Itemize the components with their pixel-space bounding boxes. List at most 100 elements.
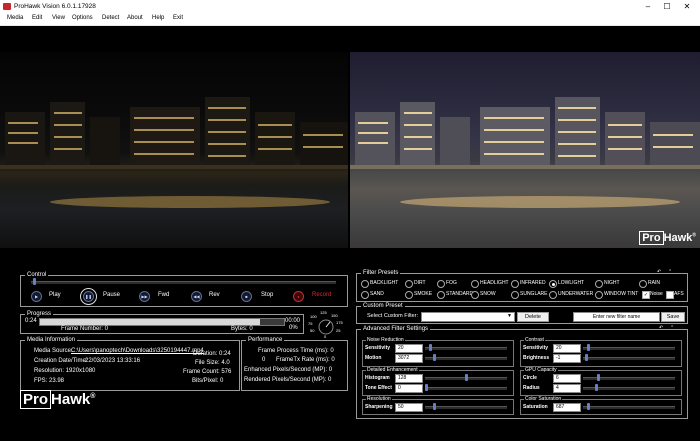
record-button[interactable]: Record	[312, 292, 331, 298]
filter-name-input[interactable]: Enter new filter name	[573, 312, 660, 322]
circle-label: Circle	[523, 375, 537, 381]
nr-sensitivity-thumb[interactable]	[429, 344, 432, 351]
tone-effect-slider[interactable]	[425, 387, 507, 390]
menu-options[interactable]: Options	[72, 15, 93, 21]
afs-checkbox[interactable]	[666, 291, 674, 299]
undo-icon[interactable]: ↶	[657, 269, 661, 275]
nr-sensitivity-slider[interactable]	[425, 347, 507, 350]
preset-radio-headlight[interactable]	[471, 280, 479, 288]
preset-label-dirt[interactable]: DIRT	[414, 280, 426, 286]
delete-button[interactable]: Delete	[517, 312, 549, 322]
nr-motion-slider[interactable]	[425, 357, 507, 360]
saturation-thumb[interactable]	[587, 403, 590, 410]
play-icon[interactable]: ▶	[31, 291, 42, 302]
menu-view[interactable]: View	[52, 15, 65, 21]
preset-label-infrared[interactable]: INFRARED	[520, 280, 546, 286]
media-info-title: Media Information	[25, 337, 78, 343]
preset-radio-dirt[interactable]	[405, 280, 413, 288]
saturation-slider[interactable]	[583, 406, 675, 409]
preset-label-window-tint[interactable]: WINDOW TINT	[604, 291, 638, 297]
preset-label-sunglare[interactable]: SUNGLARE	[520, 291, 548, 297]
gauge-label-75: 75	[308, 321, 313, 326]
playback-slider-thumb[interactable]	[33, 278, 36, 285]
playback-slider[interactable]	[31, 281, 336, 284]
brightness-value[interactable]: -1	[553, 354, 581, 363]
media-source-path[interactable]: C:\Users\panoptech\Downloads\3250194447.…	[71, 348, 204, 354]
pause-icon[interactable]: ❚❚	[80, 288, 97, 305]
preset-radio-window-tint[interactable]	[595, 291, 603, 299]
saturation-value[interactable]: 687	[553, 403, 581, 412]
preset-label-underwater[interactable]: UNDERWATER	[558, 291, 593, 297]
progress-bar-fill	[40, 319, 260, 325]
menu-media[interactable]: Media	[7, 15, 23, 21]
advanced-collapse-icon[interactable]: ⌃	[670, 325, 674, 331]
close-icon[interactable]: ✕	[680, 1, 694, 12]
menu-about[interactable]: About	[127, 15, 143, 21]
preset-label-rain[interactable]: RAIN	[648, 280, 660, 286]
preset-radio-sand[interactable]	[361, 291, 369, 299]
brightness-thumb[interactable]	[585, 354, 588, 361]
menu-edit[interactable]: Edit	[32, 15, 42, 21]
minimize-icon[interactable]: –	[641, 1, 655, 12]
nr-sensitivity-value[interactable]: 20	[395, 344, 423, 353]
preset-label-sand[interactable]: SAND	[370, 291, 384, 297]
preset-radio-night[interactable]	[595, 280, 603, 288]
preset-radio-backlight[interactable]	[361, 280, 369, 288]
sharpening-slider[interactable]	[425, 406, 507, 409]
advanced-undo-icon[interactable]: ↶	[659, 325, 663, 331]
circle-thumb[interactable]	[597, 374, 600, 381]
preset-radio-smoke[interactable]	[405, 291, 413, 299]
preset-radio-standard[interactable]	[437, 291, 445, 299]
preset-radio-snow[interactable]	[471, 291, 479, 299]
preset-radio-infrared[interactable]	[511, 280, 519, 288]
preset-radio-underwater[interactable]	[549, 291, 557, 299]
rev-button[interactable]: Rev	[209, 292, 220, 298]
sharpening-value[interactable]: 50	[395, 403, 423, 412]
menu-detect[interactable]: Detect	[102, 15, 119, 21]
nr-motion-value[interactable]: 3072	[395, 354, 423, 363]
custom-filter-select[interactable]: ▼	[421, 312, 515, 322]
radius-thumb[interactable]	[595, 384, 598, 391]
stop-button[interactable]: Stop	[261, 292, 273, 298]
record-icon[interactable]: ●	[293, 291, 304, 302]
preset-radio-lowlight[interactable]	[549, 280, 557, 288]
nr-motion-thumb[interactable]	[433, 354, 436, 361]
tone-effect-thumb[interactable]	[425, 384, 428, 391]
preset-label-backlight[interactable]: BACKLIGHT	[370, 280, 398, 286]
pause-button[interactable]: Pause	[103, 292, 120, 298]
radius-value[interactable]: 4	[553, 384, 581, 393]
preset-label-headlight[interactable]: HEADLIGHT	[480, 280, 509, 286]
contrast-sensitivity-thumb[interactable]	[587, 344, 590, 351]
circle-value[interactable]: 6	[553, 374, 581, 383]
preset-label-fog[interactable]: FOG	[446, 280, 457, 286]
preset-label-snow[interactable]: SNOW	[480, 291, 496, 297]
play-button[interactable]: Play	[49, 292, 61, 298]
collapse-icon[interactable]: ⌃	[668, 269, 672, 275]
save-button[interactable]: Save	[661, 312, 685, 322]
control-title: Control	[25, 272, 49, 278]
menu-help[interactable]: Help	[152, 15, 164, 21]
histogram-value[interactable]: 128	[395, 374, 423, 383]
menu-exit[interactable]: Exit	[173, 15, 183, 21]
preset-label-smoke[interactable]: SMOKE	[414, 291, 432, 297]
advanced-settings-panel: Advanced Filter Settings ↶ ⌃ Noise Reduc…	[356, 325, 688, 419]
brightness-slider[interactable]	[583, 357, 675, 360]
contrast-sensitivity-value[interactable]: 20	[553, 344, 581, 353]
contrast-sensitivity-slider[interactable]	[583, 347, 675, 350]
forward-icon[interactable]: ▶▶	[139, 291, 150, 302]
preset-label-standard[interactable]: STANDARD	[446, 291, 473, 297]
preset-radio-rain[interactable]	[639, 280, 647, 288]
maximize-icon[interactable]: ☐	[660, 1, 674, 12]
stop-icon[interactable]: ■	[241, 291, 252, 302]
preset-label-night[interactable]: NIGHT	[604, 280, 620, 286]
preset-radio-sunglare[interactable]	[511, 291, 519, 299]
rewind-icon[interactable]: ◀◀	[191, 291, 202, 302]
tone-effect-value[interactable]: 0	[395, 384, 423, 393]
preset-label-lowlight[interactable]: LOWLIGHT	[558, 280, 584, 286]
prohawk-logo: Pro Hawk®	[20, 390, 95, 409]
fwd-button[interactable]: Fwd	[158, 292, 169, 298]
noise-checkbox[interactable]: ✓	[642, 291, 650, 299]
histogram-thumb[interactable]	[465, 374, 468, 381]
preset-radio-fog[interactable]	[437, 280, 445, 288]
sharpening-thumb[interactable]	[433, 403, 436, 410]
